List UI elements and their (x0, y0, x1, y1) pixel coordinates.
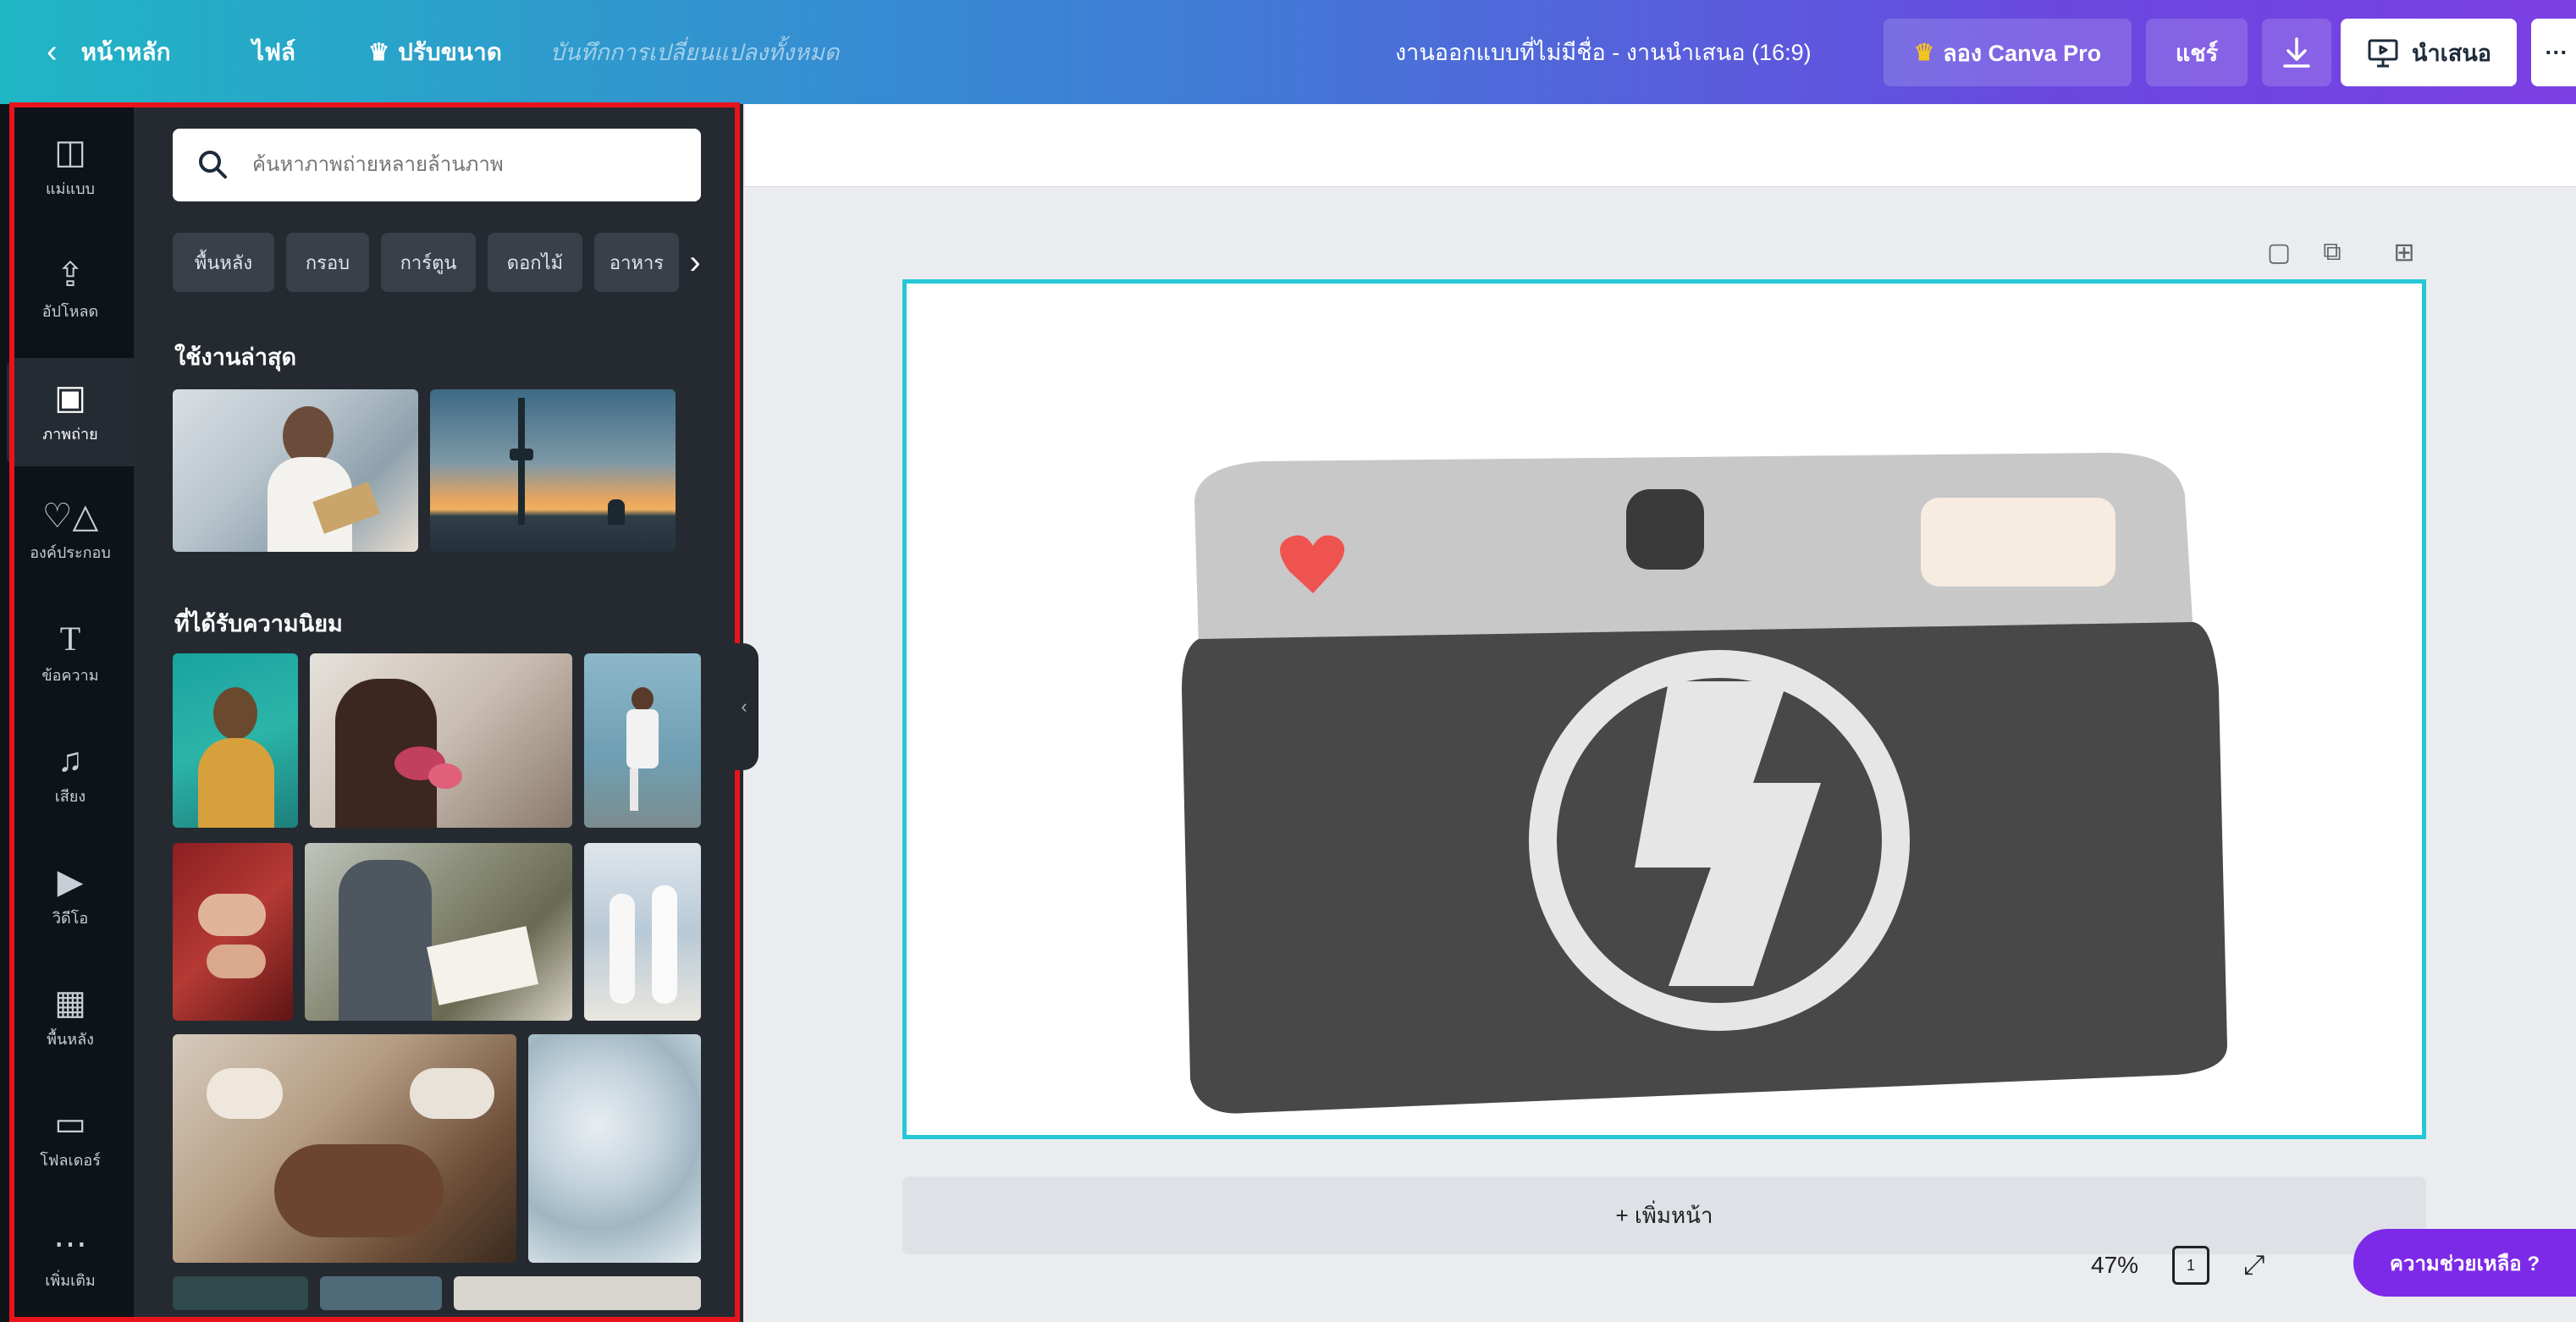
photo-thumbnail[interactable] (310, 653, 572, 828)
editor-toolbar-area (745, 104, 2576, 187)
folder-icon: ▭ (54, 1104, 86, 1143)
upload-icon: ⇪ (56, 256, 85, 294)
photo-thumbnail[interactable] (320, 1276, 442, 1310)
photo-thumbnail[interactable] (173, 843, 293, 1021)
chip-background[interactable]: พื้นหลัง (173, 233, 274, 292)
side-icon-rail: ◫ แม่แบบ ⇪ อัปโหลด ▣ ภาพถ่าย ♡△ องค์ประก… (0, 104, 134, 1322)
resize-label: ปรับขนาด (398, 38, 502, 65)
chevron-left-icon: ‹ (741, 696, 747, 717)
save-status: บันทึกการเปลี่ยนแปลงทั้งหมด (550, 40, 840, 65)
photo-thumbnail[interactable] (454, 1276, 701, 1310)
top-bar: ‹ หน้าหลัก ไฟล์ ♛ ปรับขนาด บันทึกการเปลี… (0, 0, 2576, 104)
chip-cartoon[interactable]: การ์ตูน (381, 233, 476, 292)
rail-label: อัปโหลด (41, 302, 99, 320)
rail-label: ภาพถ่าย (42, 425, 98, 443)
resize-button[interactable]: ♛ ปรับขนาด (368, 0, 502, 104)
notes-icon[interactable]: ▢ (2262, 235, 2296, 269)
music-icon: ♫ (58, 741, 83, 779)
rail-item-photos[interactable]: ▣ ภาพถ่าย (7, 358, 134, 466)
fullscreen-icon[interactable]: ⤢ (2243, 1249, 2265, 1281)
photo-icon: ▣ (54, 378, 86, 416)
rail-item-text[interactable]: T ข้อความ (7, 599, 134, 708)
home-label: หน้าหลัก (80, 38, 171, 65)
document-title[interactable]: งานออกแบบที่ไม่มีชื่อ - งานนำเสนอ (16:9) (1395, 0, 1812, 104)
photo-thumbnail[interactable] (173, 653, 298, 828)
template-icon: ◫ (54, 133, 86, 171)
camera-shutter (1626, 489, 1704, 570)
crown-icon: ♛ (368, 39, 390, 65)
download-button[interactable] (2262, 19, 2331, 86)
present-label: นำเสนอ (2412, 40, 2491, 66)
rail-label: โฟลเดอร์ (40, 1151, 101, 1169)
back-home-button[interactable]: ‹ หน้าหลัก (47, 0, 171, 104)
rail-label: วิดีโอ (52, 909, 89, 927)
photo-thumbnail[interactable] (430, 389, 676, 552)
more-options-button[interactable]: ··· (2531, 19, 2576, 86)
download-icon (2283, 37, 2310, 68)
chevron-left-icon: ‹ (47, 34, 58, 69)
present-button[interactable]: นำเสนอ (2341, 19, 2517, 86)
zoom-level[interactable]: 47% (2091, 1252, 2138, 1279)
rail-item-video[interactable]: ▶ วิดีโอ (7, 842, 134, 950)
camera-flash (1921, 498, 2115, 587)
background-icon: ▦ (54, 983, 86, 1022)
video-icon: ▶ (57, 862, 84, 901)
share-button[interactable]: แชร์ (2146, 19, 2248, 86)
elements-icon: ♡△ (41, 497, 99, 535)
add-page-icon[interactable]: ⊞ (2387, 235, 2421, 269)
photo-thumbnail[interactable] (173, 1034, 516, 1263)
search-icon (199, 151, 227, 179)
recent-section-title: ใช้งานล่าสุด (174, 344, 297, 370)
photo-thumbnail[interactable] (528, 1034, 701, 1263)
chip-frames[interactable]: กรอบ (286, 233, 369, 292)
popular-section-title: ที่ได้รับความนิยม (174, 611, 343, 636)
search-input[interactable] (251, 152, 660, 178)
rail-label: แม่แบบ (46, 179, 95, 197)
rail-label: องค์ประกอบ (30, 543, 111, 561)
try-pro-label: ลอง Canva Pro (1943, 40, 2102, 66)
file-menu-button[interactable]: ไฟล์ (252, 0, 295, 104)
rail-item-folders[interactable]: ▭ โฟลเดอร์ (7, 1084, 134, 1193)
collapse-panel-handle[interactable]: ‹ (730, 643, 758, 770)
help-button[interactable]: ความช่วยเหลือ ? (2353, 1229, 2576, 1297)
photo-thumbnail[interactable] (173, 389, 418, 552)
rail-item-templates[interactable]: ◫ แม่แบบ (7, 113, 134, 221)
text-icon: T (59, 619, 81, 658)
chevron-right-icon[interactable]: › (682, 233, 708, 292)
try-canva-pro-button[interactable]: ♛ ลอง Canva Pro (1884, 19, 2132, 86)
page-count: 1 (2187, 1256, 2196, 1274)
rail-label: พื้นหลัง (47, 1030, 94, 1048)
design-page[interactable] (902, 279, 2426, 1139)
crown-icon: ♛ (1913, 39, 1935, 65)
photo-thumbnail[interactable] (584, 843, 701, 1021)
camera-illustration (1182, 453, 2227, 1114)
rail-item-audio[interactable]: ♫ เสียง (7, 720, 134, 829)
present-icon (2368, 39, 2398, 68)
photo-thumbnail[interactable] (305, 843, 572, 1021)
rail-label: ข้อความ (41, 666, 99, 684)
rail-label: เสียง (54, 787, 86, 805)
more-icon: ⋯ (53, 1225, 87, 1263)
rail-item-more[interactable]: ⋯ เพิ่มเติม (7, 1204, 134, 1313)
page-count-badge[interactable]: 1 (2172, 1246, 2210, 1285)
photo-thumbnail[interactable] (173, 1276, 308, 1310)
photo-thumbnail[interactable] (584, 653, 701, 828)
rail-item-uploads[interactable]: ⇪ อัปโหลด (7, 235, 134, 344)
zoom-controls: 47% 1 ⤢ (2091, 1231, 2265, 1299)
chip-flowers[interactable]: ดอกไม้ (488, 233, 582, 292)
photo-search-box[interactable] (173, 129, 701, 201)
duplicate-page-icon[interactable]: ⧉ (2315, 235, 2349, 269)
rail-label: เพิ่มเติม (45, 1271, 96, 1289)
rail-item-elements[interactable]: ♡△ องค์ประกอบ (7, 476, 134, 585)
rail-item-background[interactable]: ▦ พื้นหลัง (7, 963, 134, 1071)
chip-food[interactable]: อาหาร (594, 233, 679, 292)
